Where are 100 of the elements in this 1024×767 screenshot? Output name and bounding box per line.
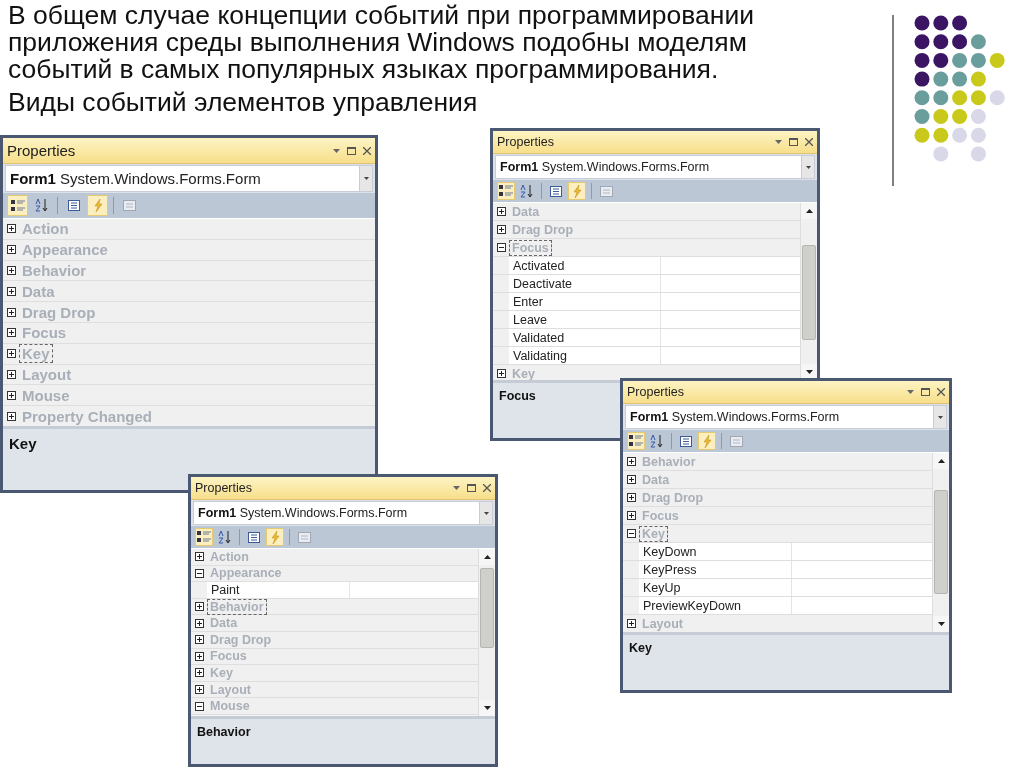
event-value-cell[interactable] [792, 579, 932, 596]
object-selector[interactable]: Form1 System.Windows.Forms.Form [193, 501, 493, 525]
minus-box-icon[interactable] [194, 701, 204, 711]
category-label[interactable]: Layout [639, 615, 686, 632]
category-label[interactable]: Behavior [19, 261, 90, 280]
event-value-cell[interactable] [792, 543, 932, 560]
plus-box-icon[interactable] [626, 511, 636, 520]
plus-box-icon[interactable] [626, 457, 636, 466]
toolbar-button[interactable] [627, 432, 645, 450]
category-label[interactable]: Key [509, 365, 538, 380]
property-pages-icon [729, 435, 743, 447]
caret-icon[interactable] [453, 486, 460, 490]
object-selector[interactable]: Form1 System.Windows.Forms.Form [495, 155, 815, 179]
maximize-icon[interactable] [921, 388, 930, 396]
scroll-down-icon[interactable] [483, 706, 491, 710]
category-label[interactable]: Data [509, 203, 543, 220]
event-name-cell: Paint [207, 582, 350, 598]
plus-box-icon[interactable] [6, 328, 16, 338]
plus-box-icon[interactable] [6, 266, 16, 275]
plus-box-icon[interactable] [194, 635, 204, 645]
plus-box-icon[interactable] [6, 224, 16, 234]
category-label[interactable]: Action [19, 219, 72, 239]
plus-box-icon[interactable] [6, 411, 16, 421]
plus-box-icon[interactable] [6, 286, 16, 296]
close-icon[interactable] [937, 388, 945, 396]
category-label[interactable]: Key [19, 344, 53, 364]
scroll-down-icon[interactable] [805, 370, 813, 374]
category-label[interactable]: Layout [207, 681, 254, 698]
scroll-up-icon[interactable] [483, 555, 491, 559]
category-label[interactable]: Mouse [207, 698, 253, 715]
event-value-cell[interactable] [661, 311, 800, 328]
plus-box-icon[interactable] [194, 668, 204, 678]
event-value-cell[interactable] [792, 597, 932, 614]
plus-box-icon[interactable] [194, 618, 204, 628]
categorized-icon [629, 435, 643, 447]
plus-box-icon[interactable] [6, 245, 16, 255]
event-value-cell[interactable] [661, 329, 800, 346]
plus-box-icon[interactable] [6, 390, 16, 400]
toolbar-button[interactable] [497, 182, 515, 200]
description-title: Key [629, 641, 652, 655]
plus-box-icon[interactable] [6, 307, 16, 317]
plus-box-icon[interactable] [6, 369, 16, 379]
category-label[interactable]: Data [207, 615, 241, 632]
plus-box-icon[interactable] [626, 493, 636, 502]
category-label[interactable]: Focus [207, 648, 250, 665]
category-label[interactable]: Behavior [639, 453, 699, 470]
event-value-cell[interactable] [792, 561, 932, 578]
category-label[interactable]: Behavior [207, 598, 267, 615]
plus-box-icon[interactable] [626, 475, 636, 484]
caret-icon[interactable] [333, 148, 340, 153]
plus-box-icon[interactable] [626, 619, 636, 628]
scroll-down-icon[interactable] [937, 622, 945, 626]
close-icon[interactable] [363, 146, 371, 155]
window-title: Properties [497, 135, 555, 149]
maximize-icon[interactable] [789, 138, 798, 146]
scrollbar[interactable] [478, 549, 495, 716]
category-label[interactable]: Data [19, 281, 58, 301]
category-label[interactable]: Key [207, 664, 236, 681]
object-selector[interactable]: Form1 System.Windows.Forms.Form [5, 165, 373, 192]
event-value-cell[interactable] [661, 257, 800, 274]
object-selector[interactable]: Form1 System.Windows.Forms.Form [625, 405, 947, 429]
window-title: Properties [627, 385, 685, 399]
minus-box-icon[interactable] [194, 568, 204, 578]
category-label[interactable]: Focus [639, 507, 682, 524]
scrollbar[interactable] [932, 453, 949, 632]
event-value-cell[interactable] [661, 347, 800, 364]
minus-box-icon[interactable] [626, 529, 636, 538]
plus-box-icon[interactable] [194, 602, 204, 612]
toolbar-button[interactable] [195, 528, 213, 546]
scroll-up-icon[interactable] [937, 459, 945, 463]
event-name-cell: Activated [509, 257, 662, 274]
event-value-cell[interactable] [349, 582, 478, 598]
plus-box-icon[interactable] [6, 349, 16, 359]
caret-icon[interactable] [907, 390, 914, 394]
maximize-icon[interactable] [467, 484, 476, 492]
scrollbar[interactable] [800, 203, 817, 380]
close-icon[interactable] [483, 484, 491, 492]
category-label[interactable]: Focus [19, 323, 70, 343]
property-pages-icon [297, 531, 311, 543]
category-label[interactable]: Action [207, 549, 252, 565]
plus-box-icon[interactable] [194, 685, 204, 695]
event-value-cell[interactable] [661, 275, 800, 292]
minus-box-icon[interactable] [496, 243, 506, 252]
category-label[interactable]: Key [639, 525, 668, 542]
toolbar-button[interactable] [7, 195, 28, 216]
maximize-icon[interactable] [347, 146, 356, 155]
plus-box-icon[interactable] [496, 207, 506, 216]
category-label[interactable]: Data [639, 471, 673, 488]
event-value-cell[interactable] [661, 293, 800, 310]
category-label[interactable]: Layout [19, 364, 75, 384]
close-icon[interactable] [805, 138, 813, 146]
plus-box-icon[interactable] [496, 369, 506, 378]
category-label[interactable]: Mouse [19, 385, 73, 405]
scroll-up-icon[interactable] [805, 209, 813, 213]
category-label[interactable]: Focus [509, 239, 552, 256]
plus-box-icon[interactable] [496, 225, 506, 234]
plus-box-icon[interactable] [194, 651, 204, 661]
caret-icon[interactable] [775, 140, 782, 144]
sort-icon [520, 184, 534, 198]
plus-box-icon[interactable] [194, 552, 204, 562]
